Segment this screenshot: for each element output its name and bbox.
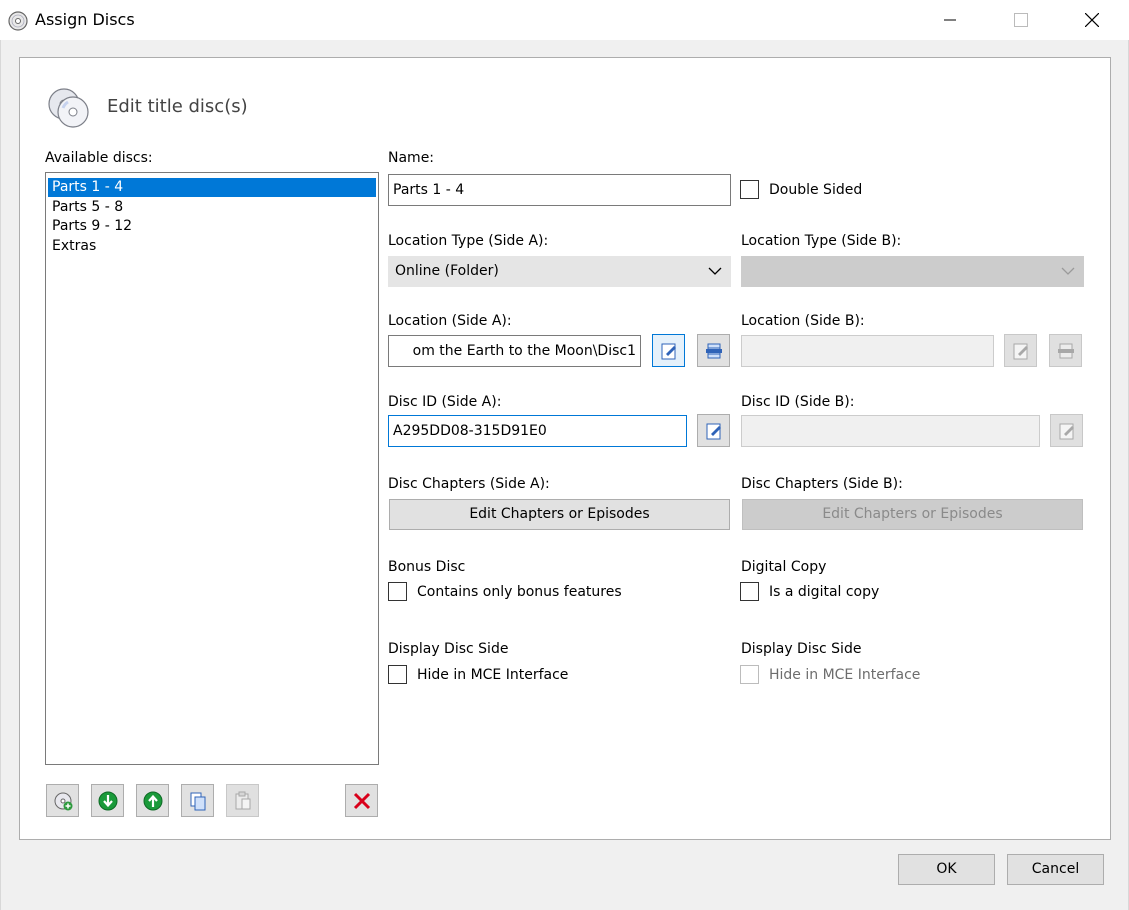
edit-disc-id-a-button[interactable] — [697, 414, 730, 447]
add-disc-icon — [54, 792, 72, 810]
list-item[interactable]: Parts 9 - 12 — [48, 217, 376, 236]
disc-id-b-input[interactable] — [741, 415, 1040, 447]
location-type-a-label: Location Type (Side A): — [388, 233, 549, 249]
film-location-a-button[interactable] — [697, 334, 730, 367]
display-side-a-heading: Display Disc Side — [388, 641, 509, 657]
edit-icon — [706, 423, 721, 439]
chevron-down-icon — [1061, 267, 1075, 275]
location-type-a-value: Online (Folder) — [395, 263, 499, 279]
copy-icon — [190, 792, 205, 810]
add-disc-button[interactable] — [46, 784, 79, 817]
film-icon — [705, 343, 722, 358]
list-item[interactable]: Extras — [48, 237, 376, 256]
move-up-icon — [143, 791, 162, 810]
disc-id-a-label: Disc ID (Side A): — [388, 394, 502, 410]
header-title: Edit title disc(s) — [107, 96, 248, 117]
edit-icon — [1059, 423, 1074, 439]
double-sided-checkbox[interactable] — [740, 180, 759, 199]
edit-icon — [661, 343, 676, 359]
location-type-b-select[interactable] — [741, 256, 1084, 287]
edit-chapters-a-button[interactable]: Edit Chapters or Episodes — [389, 499, 730, 530]
paste-button[interactable] — [226, 784, 259, 817]
maximize-button[interactable] — [998, 0, 1044, 40]
edit-disc-id-b-button[interactable] — [1050, 414, 1083, 447]
delete-button[interactable] — [345, 784, 378, 817]
ok-button[interactable]: OK — [898, 854, 995, 885]
list-item[interactable]: Parts 1 - 4 — [48, 178, 376, 197]
disc-id-a-input[interactable]: A295DD08-315D91E0 — [388, 415, 687, 447]
title-bar: Assign Discs — [0, 0, 1129, 40]
digital-copy-heading: Digital Copy — [741, 559, 827, 575]
location-b-label: Location (Side B): — [741, 313, 865, 329]
cancel-button[interactable]: Cancel — [1007, 854, 1104, 885]
move-down-icon — [98, 791, 117, 810]
chapters-a-label: Disc Chapters (Side A): — [388, 476, 550, 492]
available-discs-label: Available discs: — [45, 150, 153, 166]
browse-location-b-button[interactable] — [1004, 334, 1037, 367]
disc-id-b-label: Disc ID (Side B): — [741, 394, 855, 410]
bonus-disc-heading: Bonus Disc — [388, 559, 466, 575]
list-item[interactable]: Parts 5 - 8 — [48, 198, 376, 217]
location-a-value: om the Earth to the Moon\Disc1 — [412, 343, 636, 359]
window-title: Assign Discs — [35, 10, 135, 29]
double-sided-label: Double Sided — [769, 182, 863, 198]
close-icon — [1085, 13, 1099, 27]
maximize-icon — [1014, 13, 1028, 27]
location-b-input[interactable] — [741, 335, 994, 367]
browse-location-a-button[interactable] — [652, 334, 685, 367]
edit-icon — [1013, 343, 1028, 359]
location-a-input[interactable]: om the Earth to the Moon\Disc1 — [388, 335, 641, 367]
location-type-a-select[interactable]: Online (Folder) — [388, 256, 731, 287]
minimize-button[interactable] — [927, 0, 973, 40]
close-button[interactable] — [1069, 0, 1115, 40]
digital-copy-label: Is a digital copy — [769, 584, 880, 600]
chapters-b-label: Disc Chapters (Side B): — [741, 476, 903, 492]
copy-button[interactable] — [181, 784, 214, 817]
hide-mce-a-label: Hide in MCE Interface — [417, 667, 569, 683]
digital-copy-checkbox[interactable] — [740, 582, 759, 601]
name-input[interactable]: Parts 1 - 4 — [388, 174, 731, 206]
location-a-label: Location (Side A): — [388, 313, 512, 329]
hide-mce-b-checkbox[interactable] — [740, 665, 759, 684]
film-location-b-button[interactable] — [1049, 334, 1082, 367]
edit-chapters-b-button[interactable]: Edit Chapters or Episodes — [742, 499, 1083, 530]
delete-icon — [353, 792, 370, 809]
film-icon — [1057, 343, 1074, 358]
discs-icon — [48, 88, 89, 128]
move-down-button[interactable] — [91, 784, 124, 817]
bonus-disc-checkbox[interactable] — [388, 582, 407, 601]
paste-icon — [235, 791, 250, 809]
available-discs-list[interactable]: Parts 1 - 4 Parts 5 - 8 Parts 9 - 12 Ext… — [45, 172, 379, 765]
display-side-b-heading: Display Disc Side — [741, 641, 862, 657]
location-type-b-label: Location Type (Side B): — [741, 233, 902, 249]
name-label: Name: — [388, 150, 435, 166]
move-up-button[interactable] — [136, 784, 169, 817]
hide-mce-a-checkbox[interactable] — [388, 665, 407, 684]
chevron-down-icon — [708, 267, 722, 275]
hide-mce-b-label: Hide in MCE Interface — [769, 667, 921, 683]
minimize-icon — [944, 19, 956, 21]
disc-app-icon — [8, 11, 28, 31]
bonus-disc-label: Contains only bonus features — [417, 584, 622, 600]
